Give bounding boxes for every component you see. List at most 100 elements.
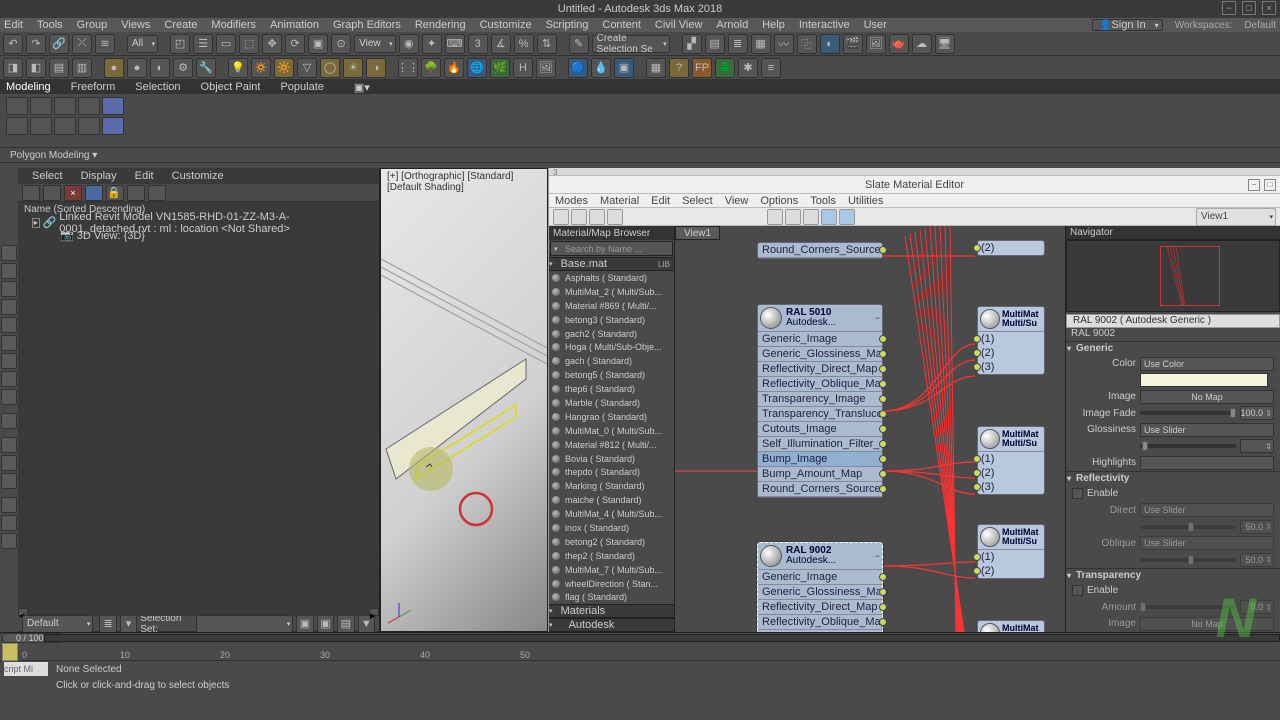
node-ral5010[interactable]: RAL 5010Autodesk...− Generic_ImageGeneri… (757, 304, 883, 498)
render-prod-icon[interactable]: 🫖 (889, 34, 909, 54)
st-view[interactable] (803, 209, 819, 225)
lt-12[interactable] (1, 455, 17, 471)
mirror-icon[interactable]: ▞ (682, 34, 702, 54)
tb2-4[interactable]: ▥ (72, 58, 92, 78)
view1-tab-right[interactable]: View1 (1196, 208, 1276, 226)
mat-item-6[interactable]: gach ( Standard) (549, 354, 674, 368)
menu-civil-view[interactable]: Civil View (655, 19, 702, 31)
multi-port[interactable]: (2) (978, 241, 1044, 255)
window-crossing-icon[interactable]: ⬚ (239, 34, 259, 54)
tb2-spot2[interactable]: ◯ (320, 58, 340, 78)
mat-item-0[interactable]: Asphalts ( Standard) (549, 271, 674, 285)
rbn-4[interactable] (78, 97, 100, 115)
tb2-asterisk[interactable]: ✱ (738, 58, 758, 78)
keyboard-shortcut-icon[interactable]: ⌨ (445, 34, 465, 54)
tb2-dots[interactable]: ⋮⋮ (398, 58, 418, 78)
st-mateditor[interactable] (821, 209, 837, 225)
lt-6[interactable] (1, 335, 17, 351)
slate-menu-edit[interactable]: Edit (651, 195, 670, 207)
tb2-moon[interactable]: ◑ (366, 58, 386, 78)
mat-item-12[interactable]: Material #812 ( Multi/... (549, 438, 674, 452)
scene-tool-2[interactable] (43, 185, 61, 201)
select-region-rect-icon[interactable]: ▭ (216, 34, 236, 54)
timeline[interactable]: 0 10 20 30 40 50 (0, 643, 1280, 661)
menu-tools[interactable]: Tools (37, 19, 63, 31)
ral5010-port-6[interactable]: Cutouts_Image (758, 422, 882, 437)
mat-item-9[interactable]: Marble ( Standard) (549, 396, 674, 410)
multinode-5[interactable]: MultiMatMulti/Su (1) (2) (977, 620, 1045, 632)
multinode-1[interactable]: (2) (977, 240, 1045, 256)
lt-5[interactable] (1, 317, 17, 333)
ral9002-port-1[interactable]: Generic_Glossiness_Map (758, 585, 882, 600)
select-scale-icon[interactable]: ▣ (308, 34, 328, 54)
lt-7[interactable] (1, 353, 17, 369)
view-tab[interactable]: View1 (675, 226, 720, 240)
transparency-enable-checkbox[interactable] (1072, 585, 1083, 596)
workspaces-value[interactable]: Default (1244, 20, 1276, 31)
mat-item-3[interactable]: betong3 ( Standard) (549, 313, 674, 327)
menu-arnold[interactable]: Arnold (716, 19, 748, 31)
mat-group-base[interactable]: Base.matLIB (549, 257, 674, 271)
ral5010-port-8[interactable]: Bump_Image (758, 452, 882, 467)
rbn-6[interactable] (6, 117, 28, 135)
edit-named-sel-icon[interactable]: ✎ (569, 34, 589, 54)
menu-modifiers[interactable]: Modifiers (211, 19, 256, 31)
script-listener[interactable]: cript Mi (4, 662, 48, 676)
menu-scripting[interactable]: Scripting (546, 19, 589, 31)
rbn-10[interactable] (102, 117, 124, 135)
st-pick[interactable] (553, 209, 569, 225)
scene-tab-display[interactable]: Display (81, 170, 117, 182)
tb2-list[interactable]: ≡ (761, 58, 781, 78)
ref-coord-dropdown[interactable]: View (354, 35, 396, 53)
highlights-dropdown[interactable] (1140, 456, 1274, 470)
render-in-cloud-icon[interactable]: ☁ (912, 34, 932, 54)
menu-rendering[interactable]: Rendering (415, 19, 466, 31)
mat-item-4[interactable]: gach2 ( Standard) (549, 327, 674, 341)
rendered-frame-icon[interactable]: 🖼 (866, 34, 886, 54)
percent-snap-icon[interactable]: % (514, 34, 534, 54)
tb2-grass[interactable]: 🌿 (490, 58, 510, 78)
st-delete[interactable] (607, 209, 623, 225)
lt-10[interactable] (1, 413, 17, 429)
gloss-slider[interactable] (1140, 444, 1236, 448)
tb2-img[interactable]: 🖼 (536, 58, 556, 78)
rollout-reflectivity[interactable]: Reflectivity (1066, 471, 1280, 486)
scene-tool-lock[interactable]: 🔒 (106, 185, 124, 201)
mat-item-15[interactable]: Marking ( Standard) (549, 479, 674, 493)
mat-item-21[interactable]: MultiMat_7 ( Multi/Sub... (549, 563, 674, 577)
tb2-2[interactable]: ◧ (26, 58, 46, 78)
rollout-generic[interactable]: Generic (1066, 341, 1280, 356)
ral5010-port-0[interactable]: Generic_Image (758, 332, 882, 347)
mat-group-materials[interactable]: Materials (549, 604, 674, 618)
scene-tool-1[interactable] (22, 185, 40, 201)
menu-edit[interactable]: Edit (4, 19, 23, 31)
timeline-key[interactable] (2, 643, 18, 661)
align-icon[interactable]: ▤ (705, 34, 725, 54)
node-round-corners-top[interactable]: Round_Corners_Source... (757, 242, 883, 259)
image-fade-slider[interactable] (1140, 411, 1236, 415)
mat-item-13[interactable]: Bovia ( Standard) (549, 452, 674, 466)
select-object-icon[interactable]: ◰ (170, 34, 190, 54)
menu-graph-editors[interactable]: Graph Editors (333, 19, 401, 31)
mat-item-19[interactable]: betong2 ( Standard) (549, 535, 674, 549)
selection-filter-dropdown[interactable]: All (127, 35, 158, 53)
mat-item-17[interactable]: MultiMat_4 ( Multi/Sub... (549, 507, 674, 521)
slate-maximize[interactable]: □ (1264, 179, 1276, 191)
tb2-globe[interactable]: 🌐 (467, 58, 487, 78)
slate-menu-utilities[interactable]: Utilities (848, 195, 883, 207)
lt-15[interactable] (1, 515, 17, 531)
tb2-help[interactable]: ? (669, 58, 689, 78)
tb2-layout[interactable]: ▦ (646, 58, 666, 78)
ribbon-toggle-icon[interactable]: ▣▾ (354, 81, 370, 94)
image-slot[interactable]: No Map (1140, 390, 1274, 404)
node-ral9002[interactable]: RAL 9002Autodesk...− Generic_ImageGeneri… (757, 542, 883, 632)
mat-item-23[interactable]: flag ( Standard) (549, 590, 674, 604)
maximize-btn[interactable]: □ (1242, 1, 1256, 15)
menu-help[interactable]: Help (762, 19, 785, 31)
slate-minimize[interactable]: − (1248, 179, 1260, 191)
tb2-sun[interactable]: ☀ (343, 58, 363, 78)
tb2-fp[interactable]: FP (692, 58, 712, 78)
tb2-bulb3[interactable]: 🔆 (274, 58, 294, 78)
ral9002-port-3[interactable]: Reflectivity_Oblique_Map (758, 615, 882, 630)
slate-menu-modes[interactable]: Modes (555, 195, 588, 207)
